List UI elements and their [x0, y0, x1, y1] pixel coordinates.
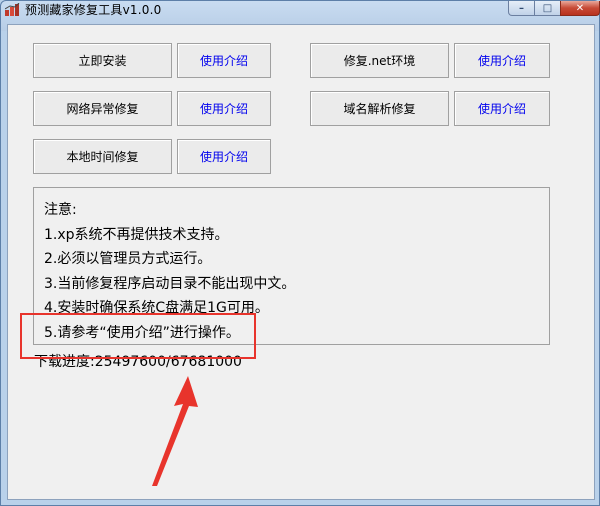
notice-line: 2.必须以管理员方式运行。: [44, 251, 212, 267]
time-fix-help-button[interactable]: 使用介绍: [177, 139, 271, 174]
annotation-arrow-icon: [152, 376, 198, 486]
net-fix-help-button[interactable]: 使用介绍: [454, 43, 550, 78]
minimize-icon: –: [519, 2, 524, 14]
app-window: 预测藏家修复工具v1.0.0 – □ ✕ 立即安装 使用介绍 修复.net环境 …: [0, 0, 600, 506]
time-fix-button[interactable]: 本地时间修复: [33, 139, 172, 174]
maximize-icon: □: [542, 2, 553, 14]
close-icon: ✕: [575, 2, 585, 14]
close-button[interactable]: ✕: [560, 1, 600, 16]
notice-line: 1.xp系统不再提供技术支持。: [44, 226, 229, 243]
net-fix-button[interactable]: 修复.net环境: [310, 43, 449, 78]
dns-fix-help-button[interactable]: 使用介绍: [454, 91, 550, 126]
network-fix-help-button[interactable]: 使用介绍: [177, 91, 271, 126]
notice-line: 3.当前修复程序启动目录不能出现中文。: [44, 275, 296, 292]
title-bar[interactable]: 预测藏家修复工具v1.0.0 – □ ✕: [1, 1, 600, 19]
minimize-button[interactable]: –: [508, 1, 535, 16]
network-fix-button[interactable]: 网络异常修复: [33, 91, 172, 126]
install-button[interactable]: 立即安装: [33, 43, 172, 78]
main-panel: 立即安装 使用介绍 修复.net环境 使用介绍 网络异常修复 使用介绍 域名解析…: [7, 24, 595, 500]
highlight-box: [20, 313, 256, 359]
maximize-button[interactable]: □: [534, 1, 561, 16]
dns-fix-button[interactable]: 域名解析修复: [310, 91, 449, 126]
app-logo-icon: [5, 3, 20, 16]
install-help-button[interactable]: 使用介绍: [177, 43, 271, 78]
window-title: 预测藏家修复工具v1.0.0: [25, 3, 162, 17]
notice-heading: 注意:: [44, 202, 77, 218]
